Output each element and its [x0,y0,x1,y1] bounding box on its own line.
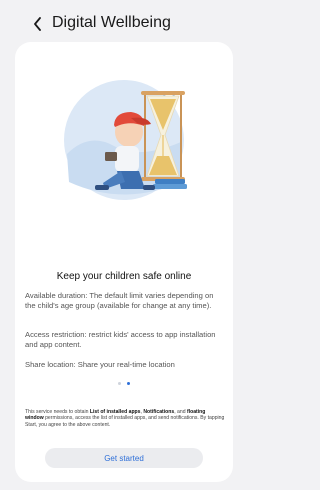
top-bar: Digital Wellbeing [0,0,248,48]
headline: Keep your children safe online [56,271,192,282]
page-dot [118,382,121,385]
get-started-button[interactable]: Get started [45,448,203,468]
content-card: Keep your children safe online Available… [15,42,233,482]
back-button[interactable] [30,15,44,33]
page-dot-active [127,382,130,385]
permissions-notice: This service needs to obtain List of ins… [25,409,225,428]
chevron-left-icon [33,17,41,31]
feature-access-text: Access restriction: restrict kids' acces… [25,330,216,349]
feature-location-text: Share location: Share your real-time loc… [25,360,175,369]
child-hourglass-illustration [64,80,187,200]
feature-duration-text: Available duration: The default limit va… [25,291,214,310]
page-indicator [15,382,233,385]
page-title: Digital Wellbeing [52,14,171,31]
